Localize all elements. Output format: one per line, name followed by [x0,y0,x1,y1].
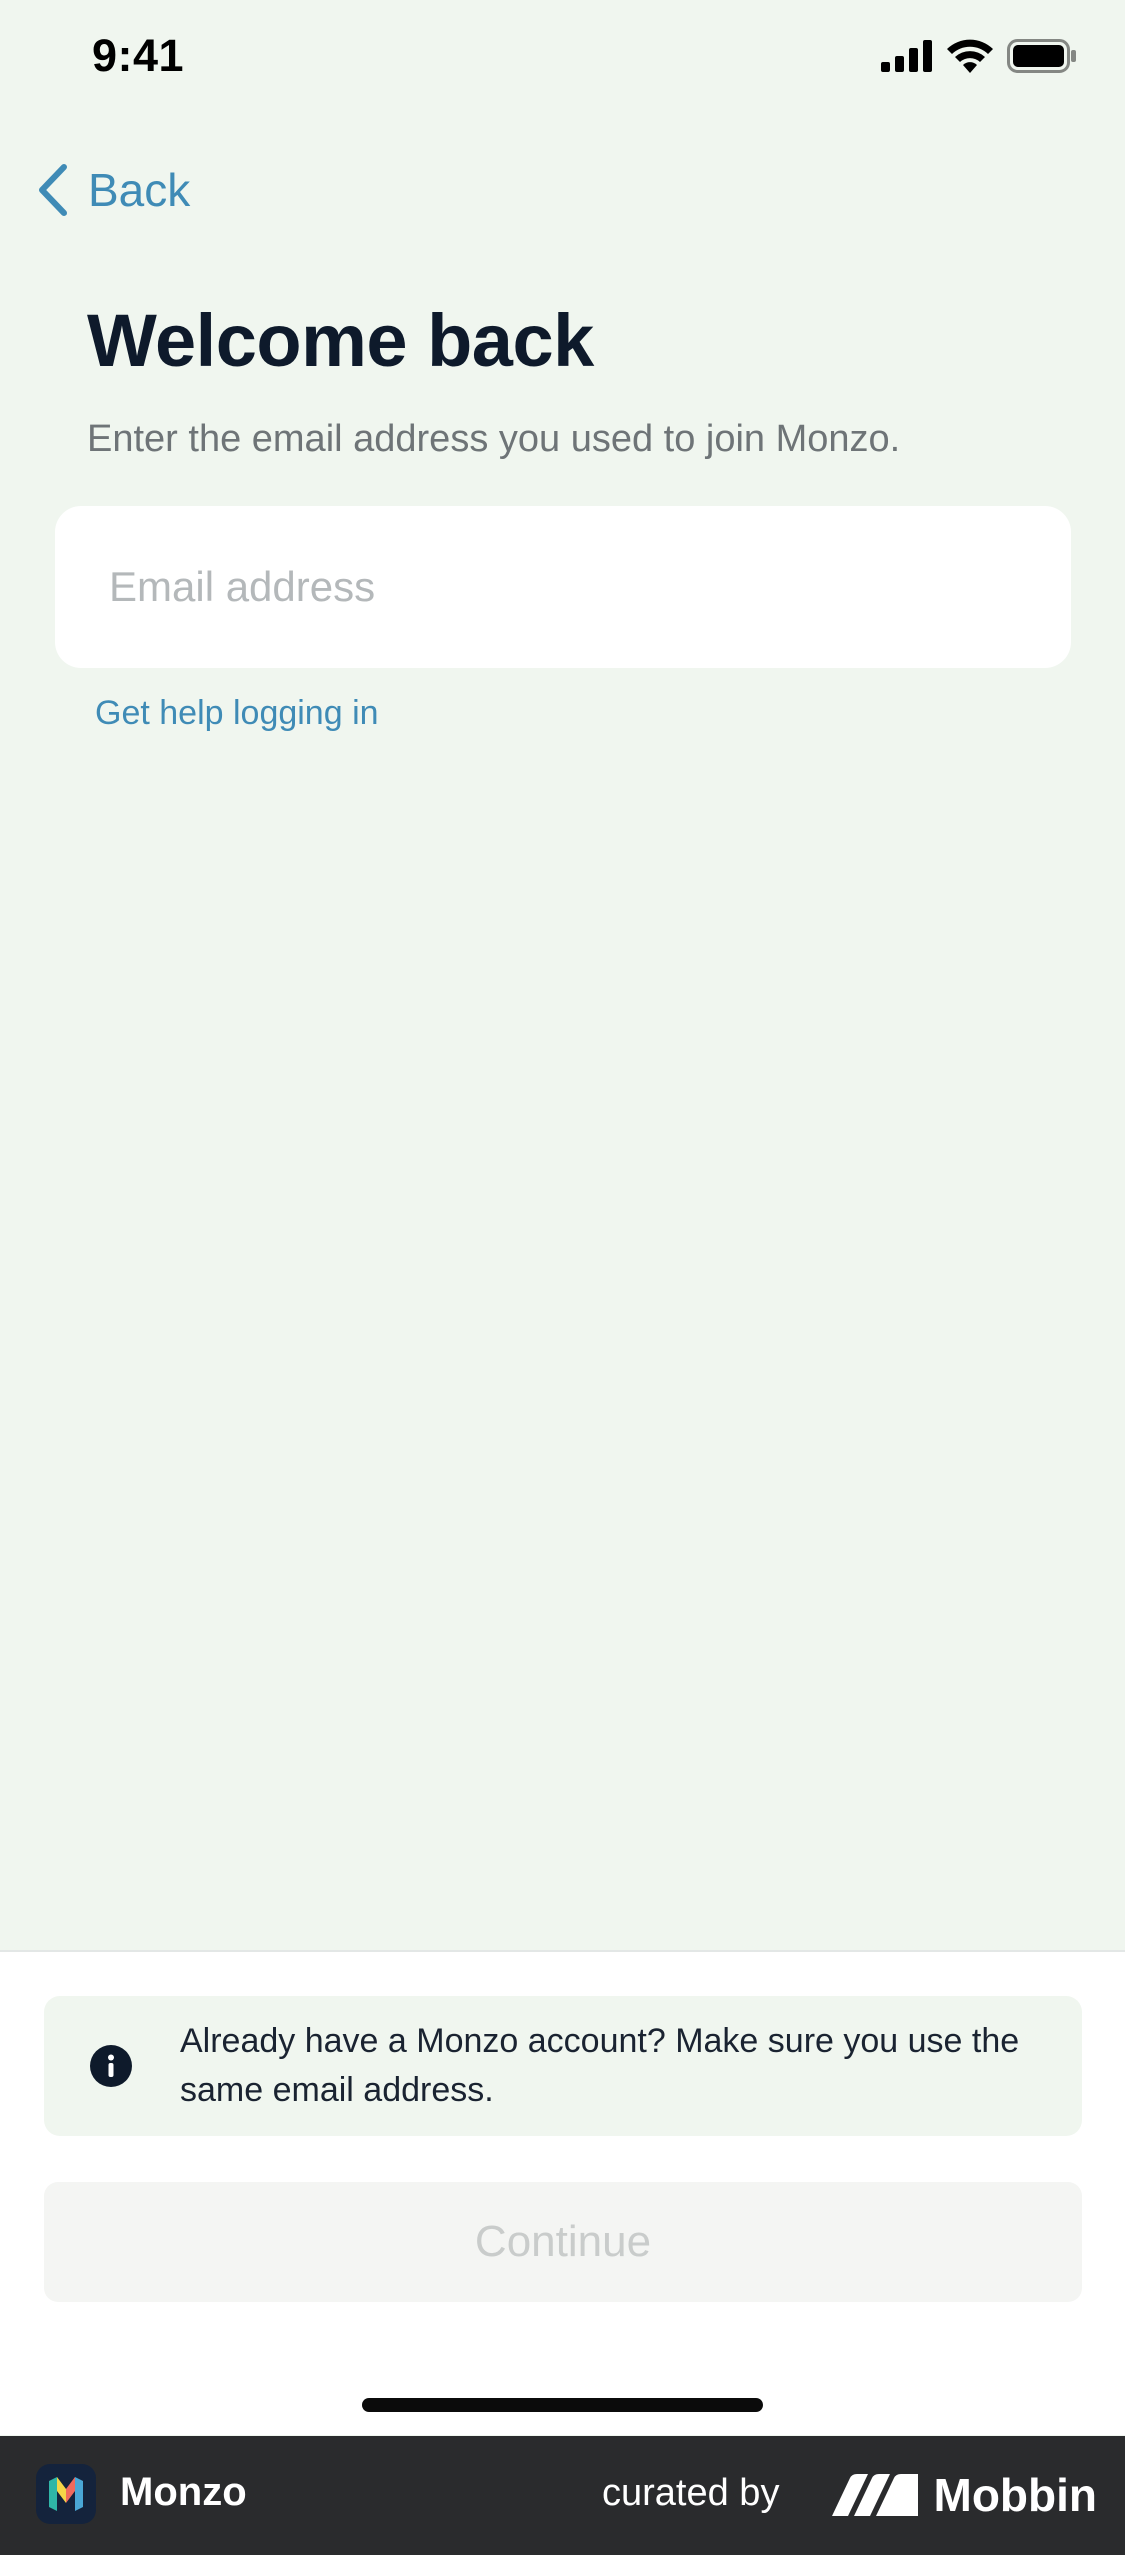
mobbin-logo-icon [831,2474,918,2516]
home-indicator [362,2398,763,2412]
page-title: Welcome back [87,299,594,382]
email-field[interactable] [55,506,1071,668]
back-button[interactable]: Back [36,160,190,220]
get-help-link[interactable]: Get help logging in [95,694,379,733]
mobbin-brand: Mobbin [831,2460,1098,2530]
wifi-icon [947,39,993,73]
email-input[interactable] [109,563,1071,611]
monzo-logo-icon [49,2477,83,2511]
info-icon [90,2045,132,2087]
monzo-app-icon [36,2464,96,2524]
info-notice-text: Already have a Monzo account? Make sure … [180,2022,1020,2109]
continue-button[interactable]: Continue [44,2182,1082,2302]
footer-brand-name: Mobbin [933,2469,1098,2521]
battery-icon [1007,39,1076,73]
footer-bar: Monzo curated by Mobbin [0,2436,1125,2555]
back-label: Back [88,164,191,216]
info-notice: Already have a Monzo account? Make sure … [44,1996,1082,2136]
footer-app-name: Monzo [120,2470,247,2514]
footer-curated-by: curated by [602,2472,780,2514]
bottom-sheet: Already have a Monzo account? Make sure … [0,1950,1125,2435]
login-email-screen: 9:41 Back Welcome back Enter the email a… [0,0,1125,2555]
chevron-left-icon [39,164,67,216]
status-time: 9:41 [92,30,185,81]
page-subtitle: Enter the email address you used to join… [87,418,901,460]
cellular-signal-icon [881,40,932,72]
status-bar: 9:41 [0,0,1125,110]
status-icons [881,36,1077,76]
